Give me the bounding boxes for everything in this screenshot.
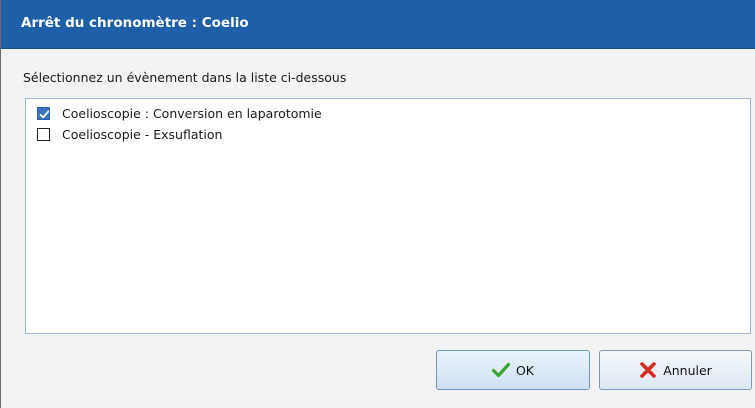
list-item-conversion[interactable]: Coelioscopie : Conversion en laparotomie — [37, 104, 322, 122]
ok-button-label: OK — [515, 362, 535, 378]
dialog-title: Arrêt du chronomètre : Coelio — [21, 15, 249, 31]
list-item-label: Coelioscopie - Exsuflation — [62, 126, 223, 142]
checkbox-checked[interactable] — [37, 106, 50, 120]
cancel-button[interactable]: Annuler — [599, 350, 752, 390]
checkbox-unchecked[interactable] — [37, 127, 50, 141]
list-item-exsuflation[interactable]: Coelioscopie - Exsuflation — [37, 125, 222, 143]
checkmark-icon — [491, 362, 511, 378]
dialog-window: Arrêt du chronomètre : Coelio Sélectionn… — [0, 0, 755, 408]
dialog-titlebar: Arrêt du chronomètre : Coelio — [1, 0, 755, 49]
instruction-text: Sélectionnez un évènement dans la liste … — [23, 70, 347, 85]
red-x-icon — [639, 361, 657, 379]
event-listbox[interactable]: Coelioscopie : Conversion en laparotomie… — [25, 98, 751, 334]
ok-button[interactable]: OK — [436, 350, 590, 390]
list-item-label: Coelioscopie : Conversion en laparotomie — [62, 105, 322, 121]
checkmark-icon — [39, 110, 50, 118]
cancel-button-label: Annuler — [663, 362, 712, 378]
